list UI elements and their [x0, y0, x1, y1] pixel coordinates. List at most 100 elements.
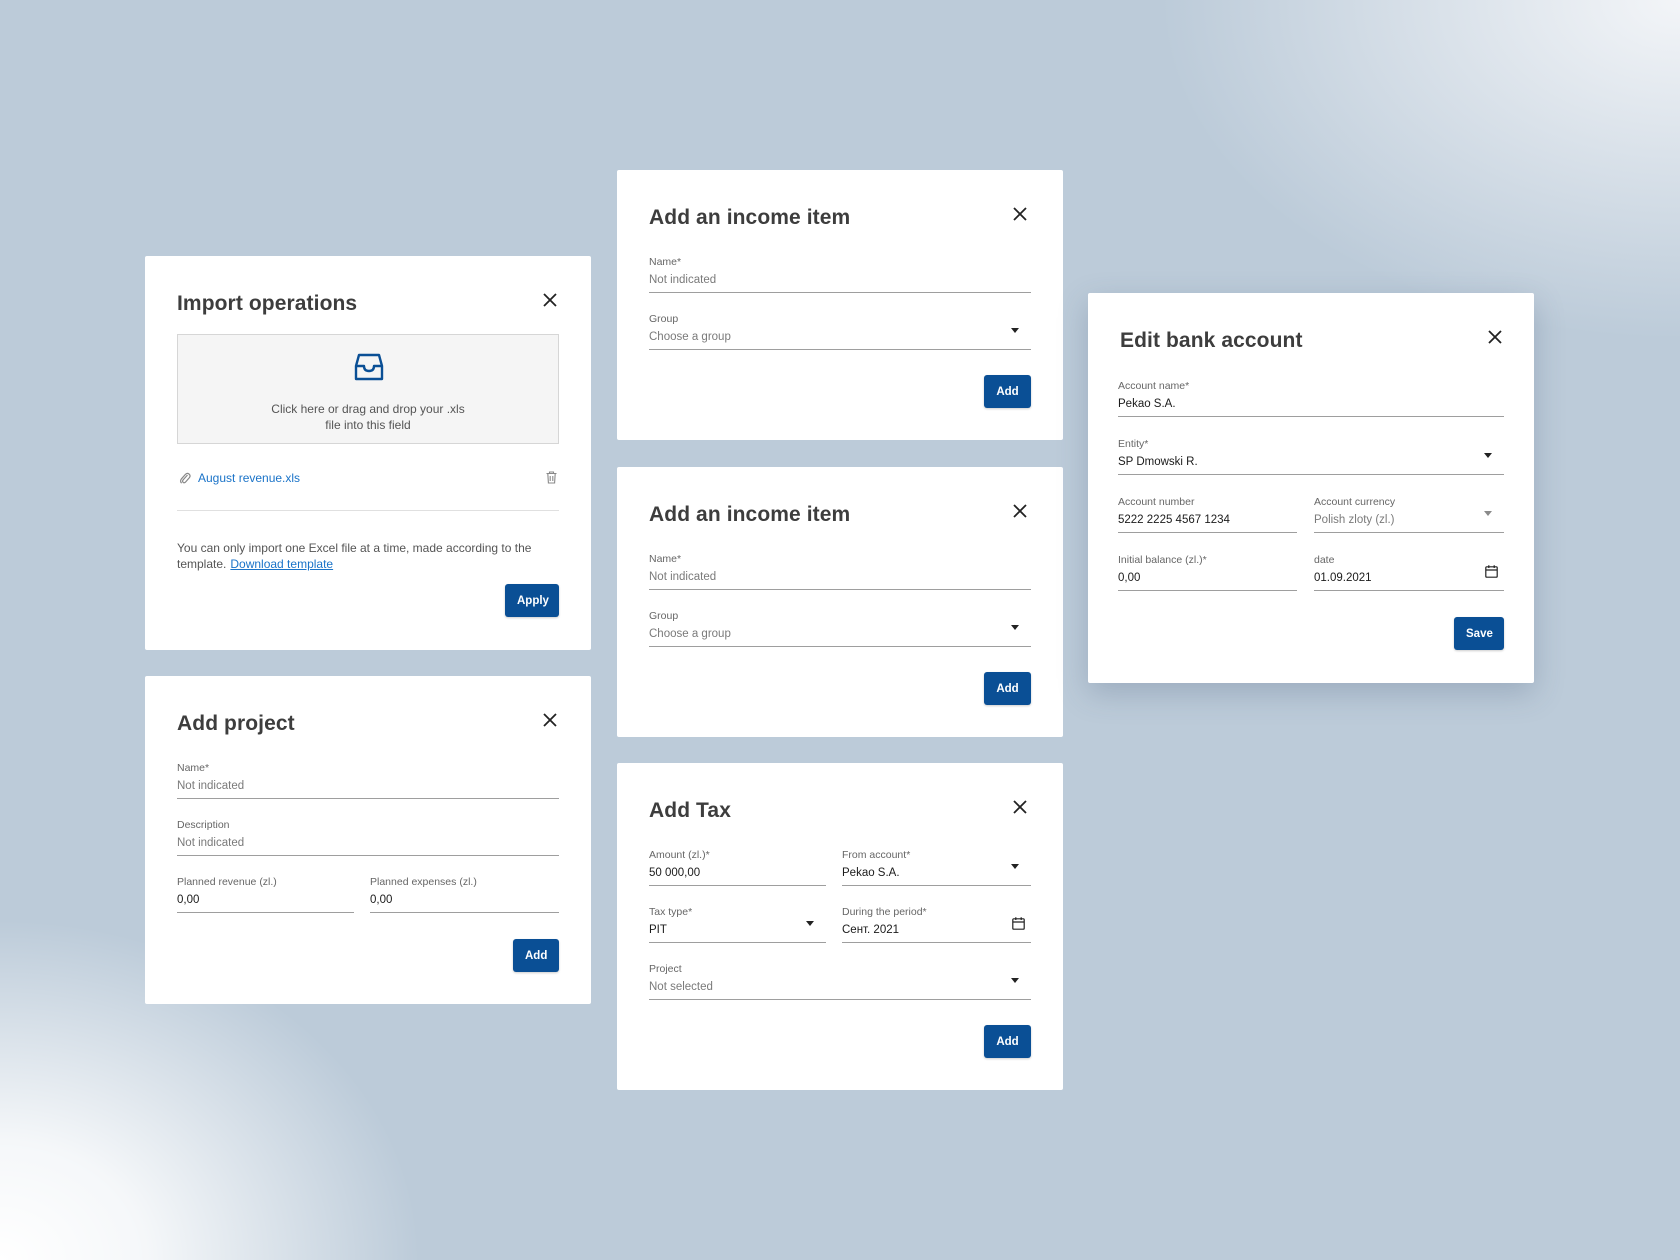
field-label: Name*: [177, 762, 210, 774]
income-name-field[interactable]: Name* Not indicated: [649, 553, 1031, 590]
chevron-down-icon[interactable]: [1484, 453, 1492, 458]
field-label: Group: [649, 610, 679, 622]
field-label: Account name*: [1118, 380, 1190, 392]
entity-value[interactable]: SP Dmowski R.: [1118, 456, 1198, 468]
calendar-icon[interactable]: [1485, 565, 1498, 583]
field-label: Project: [649, 963, 682, 975]
close-icon[interactable]: [1013, 504, 1029, 520]
initial-balance-field[interactable]: Initial balance (zl.)* 0,00: [1118, 554, 1297, 591]
account-currency-select[interactable]: Account currency Polish zloty (zl.): [1314, 496, 1504, 533]
tax-type-select[interactable]: Tax type* PIT: [649, 906, 826, 943]
field-label: From account*: [842, 849, 911, 861]
tax-period-input[interactable]: Сент. 2021: [842, 924, 899, 936]
tax-type-value[interactable]: PIT: [649, 924, 667, 936]
planned-expenses-input[interactable]: 0,00: [370, 894, 392, 906]
account-number-field[interactable]: Account number 5222 2225 4567 1234: [1118, 496, 1297, 533]
save-button[interactable]: Save: [1454, 617, 1504, 650]
close-icon[interactable]: [1488, 330, 1504, 346]
date-field[interactable]: date 01.09.2021: [1314, 554, 1504, 591]
apply-button[interactable]: Apply: [505, 584, 559, 617]
download-template-link[interactable]: Download template: [230, 557, 333, 571]
attached-file-name[interactable]: August revenue.xls: [198, 471, 300, 485]
divider: [177, 510, 559, 511]
dialog-title: Add an income item: [649, 503, 851, 526]
project-name-input[interactable]: Not indicated: [177, 780, 244, 792]
field-label: Group: [649, 313, 679, 325]
income-group-value[interactable]: Choose a group: [649, 331, 731, 343]
chevron-down-icon[interactable]: [1011, 328, 1019, 333]
close-icon[interactable]: [1013, 800, 1029, 816]
field-label: Amount (zl.)*: [649, 849, 710, 861]
tax-project-select[interactable]: Project Not selected: [649, 963, 1031, 1000]
income-group-select[interactable]: Group Choose a group: [649, 313, 1031, 350]
tax-amount-field[interactable]: Amount (zl.)* 50 000,00: [649, 849, 826, 886]
field-label: Description: [177, 819, 230, 831]
from-account-select[interactable]: From account* Pekao S.A.: [842, 849, 1031, 886]
field-label: Name*: [649, 256, 682, 268]
field-label: Planned revenue (zl.): [177, 876, 277, 888]
income-name-input[interactable]: Not indicated: [649, 571, 716, 583]
income-group-value[interactable]: Choose a group: [649, 628, 731, 640]
field-label: During the period*: [842, 906, 927, 918]
add-income-item-dialog: Add an income item Name* Not indicated G…: [617, 467, 1063, 737]
chevron-down-icon[interactable]: [806, 921, 814, 926]
planned-expenses-field[interactable]: Planned expenses (zl.) 0,00: [370, 876, 559, 913]
drop-instruction-line1: Click here or drag and drop your .xls: [271, 402, 465, 416]
chevron-down-icon[interactable]: [1011, 978, 1019, 983]
date-input[interactable]: 01.09.2021: [1314, 572, 1372, 584]
field-label: Entity*: [1118, 438, 1149, 450]
field-label: Name*: [649, 553, 682, 565]
tax-amount-input[interactable]: 50 000,00: [649, 867, 700, 879]
add-tax-dialog: Add Tax Amount (zl.)* 50 000,00 From acc…: [617, 763, 1063, 1090]
entity-select[interactable]: Entity* SP Dmowski R.: [1118, 438, 1504, 475]
field-label: Initial balance (zl.)*: [1118, 554, 1207, 566]
import-note: You can only import one Excel file at a …: [177, 540, 537, 572]
file-drop-zone[interactable]: Click here or drag and drop your .xls fi…: [177, 334, 559, 444]
chevron-down-icon[interactable]: [1484, 511, 1492, 516]
dialog-title: Add Tax: [649, 799, 731, 822]
field-label: Account currency: [1314, 496, 1396, 508]
planned-revenue-input[interactable]: 0,00: [177, 894, 199, 906]
income-group-select[interactable]: Group Choose a group: [649, 610, 1031, 647]
account-name-field[interactable]: Account name* Pekao S.A.: [1118, 380, 1504, 417]
tax-period-field[interactable]: During the period* Сент. 2021: [842, 906, 1031, 943]
drop-instruction-line2: file into this field: [325, 418, 411, 432]
income-name-input[interactable]: Not indicated: [649, 274, 716, 286]
add-button[interactable]: Add: [984, 672, 1031, 705]
paperclip-icon: [179, 471, 191, 490]
project-description-input[interactable]: Not indicated: [177, 837, 244, 849]
attached-file-row: August revenue.xls: [177, 470, 559, 486]
account-name-input[interactable]: Pekao S.A.: [1118, 398, 1176, 410]
dialog-title: Edit bank account: [1120, 329, 1303, 352]
account-number-input[interactable]: 5222 2225 4567 1234: [1118, 514, 1230, 526]
inbox-icon: [353, 351, 385, 388]
initial-balance-input[interactable]: 0,00: [1118, 572, 1140, 584]
add-button[interactable]: Add: [513, 939, 559, 972]
dialog-title: Import operations: [177, 292, 358, 315]
field-label: date: [1314, 554, 1335, 566]
chevron-down-icon[interactable]: [1011, 864, 1019, 869]
close-icon[interactable]: [1013, 207, 1029, 223]
chevron-down-icon[interactable]: [1011, 625, 1019, 630]
income-name-field[interactable]: Name* Not indicated: [649, 256, 1031, 293]
add-income-item-dialog: Add an income item Name* Not indicated G…: [617, 170, 1063, 440]
field-label: Account number: [1118, 496, 1195, 508]
field-label: Planned expenses (zl.): [370, 876, 477, 888]
add-project-dialog: Add project Name* Not indicated Descript…: [145, 676, 591, 1004]
dialog-title: Add project: [177, 712, 295, 735]
project-description-field[interactable]: Description Not indicated: [177, 819, 559, 856]
edit-bank-account-dialog: Edit bank account Account name* Pekao S.…: [1088, 293, 1534, 683]
calendar-icon[interactable]: [1012, 917, 1025, 935]
add-button[interactable]: Add: [984, 375, 1031, 408]
planned-revenue-field[interactable]: Planned revenue (zl.) 0,00: [177, 876, 354, 913]
close-icon[interactable]: [543, 713, 559, 729]
account-currency-value[interactable]: Polish zloty (zl.): [1314, 514, 1395, 526]
tax-project-value[interactable]: Not selected: [649, 981, 713, 993]
import-operations-dialog: Import operations Click here or drag and…: [145, 256, 591, 650]
trash-icon[interactable]: [546, 471, 557, 489]
from-account-value[interactable]: Pekao S.A.: [842, 867, 900, 879]
dialog-title: Add an income item: [649, 206, 851, 229]
add-button[interactable]: Add: [984, 1025, 1031, 1058]
close-icon[interactable]: [543, 293, 559, 309]
project-name-field[interactable]: Name* Not indicated: [177, 762, 559, 799]
